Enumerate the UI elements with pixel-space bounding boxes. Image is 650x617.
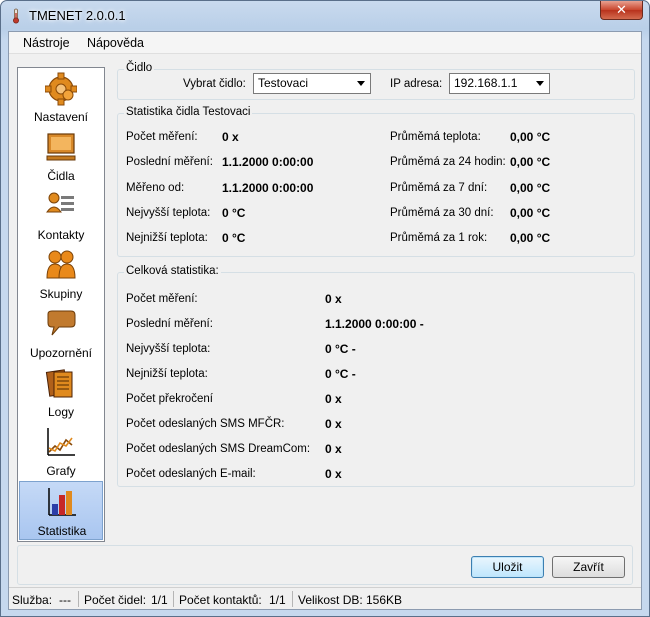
stat-value: 1.1.2000 0:00:00 bbox=[222, 155, 314, 169]
total-stat-value: 0 x bbox=[325, 292, 342, 306]
sensor-stats-title: Statistika čidla Testovaci bbox=[124, 106, 253, 118]
status-sensors-label: Počet čidel: bbox=[84, 593, 147, 607]
speech-bubble-icon bbox=[47, 310, 76, 336]
status-divider bbox=[78, 591, 79, 607]
sidebar-item-statistika[interactable]: Statistika bbox=[19, 481, 103, 540]
stat-label: Průměmá za 1 rok: bbox=[390, 232, 488, 244]
stat-label: Nejvyšší teplota: bbox=[126, 207, 211, 219]
stat-label: Poslední měření: bbox=[126, 156, 213, 168]
sidebar-item-label: Čidla bbox=[47, 169, 75, 183]
sidebar-item-label: Nastavení bbox=[33, 110, 89, 124]
total-stat-label: Počet odeslaných SMS DreamCom: bbox=[126, 443, 311, 455]
sidebar-item-skupiny[interactable]: Skupiny bbox=[19, 245, 103, 304]
total-stats-title: Celková statistika: bbox=[124, 265, 221, 277]
close-window-button[interactable]: ✕ bbox=[600, 1, 643, 20]
stat-label: Počet měření: bbox=[126, 131, 198, 143]
total-stat-value: 0 x bbox=[325, 442, 342, 456]
stat-value: 0,00 °C bbox=[510, 181, 551, 195]
sidebar-item-label: Skupiny bbox=[39, 287, 83, 301]
sensor-group: Čidlo Vybrat čidlo: Testovaci IP adresa:… bbox=[117, 62, 635, 100]
stat-label: Průměmá za 30 dní: bbox=[390, 207, 494, 219]
stat-value: 0,00 °C bbox=[510, 130, 551, 144]
bar-chart-icon bbox=[48, 488, 76, 516]
sidebar-item-logy[interactable]: Logy bbox=[19, 363, 103, 422]
status-bar: Služba: --- Počet čidel: 1/1 Počet konta… bbox=[9, 587, 641, 609]
sidebar: Nastavení Čidla Kontakty Skupiny Upozorn… bbox=[17, 67, 105, 542]
total-stat-label: Nejnižší teplota: bbox=[126, 368, 208, 380]
stat-value: 1.1.2000 0:00:00 bbox=[222, 181, 314, 195]
documents-icon bbox=[45, 369, 73, 398]
stat-label: Nejnižší teplota: bbox=[126, 232, 208, 244]
sensor-stats-group: Statistika čidla Testovaci Počet měření:… bbox=[117, 106, 635, 257]
sidebar-item-label: Upozornění bbox=[29, 346, 93, 360]
people-group-icon bbox=[46, 250, 76, 279]
sidebar-item-label: Logy bbox=[47, 405, 75, 419]
menu-bar: Nástroje Nápověda bbox=[9, 32, 641, 54]
total-stat-label: Počet odeslaných SMS MFČR: bbox=[126, 418, 285, 430]
total-stat-value: 0 x bbox=[325, 392, 342, 406]
monitor-icon bbox=[46, 133, 76, 161]
total-stat-value: 0 °C - bbox=[325, 342, 356, 356]
total-stat-label: Nejvyšší teplota: bbox=[126, 343, 211, 355]
status-dbsize-value: 156KB bbox=[366, 593, 403, 607]
stat-value: 0,00 °C bbox=[510, 206, 551, 220]
status-service-label: Služba: bbox=[12, 593, 53, 607]
total-stat-value: 0 x bbox=[325, 417, 342, 431]
client-area: Nástroje Nápověda Nastavení Čidla Kontak… bbox=[8, 31, 642, 610]
menu-nastroje[interactable]: Nástroje bbox=[23, 36, 70, 50]
window-title: TMENET 2.0.0.1 bbox=[29, 8, 126, 23]
total-stat-label: Počet odeslaných E-mail: bbox=[126, 468, 256, 480]
total-stat-label: Poslední měření: bbox=[126, 318, 213, 330]
button-bar: Uložit Zavřít bbox=[17, 545, 633, 585]
total-stat-value: 0 °C - bbox=[325, 367, 356, 381]
sidebar-item-upozorneni[interactable]: Upozornění bbox=[19, 304, 103, 363]
gear-icon bbox=[45, 72, 77, 106]
app-window: TMENET 2.0.0.1 ✕ Nástroje Nápověda Nasta… bbox=[0, 0, 650, 617]
stat-label: Průměmá za 24 hodin: bbox=[390, 156, 506, 168]
sensor-group-title: Čidlo bbox=[124, 62, 155, 74]
stat-label: Měřeno od: bbox=[126, 182, 185, 194]
sidebar-item-grafy[interactable]: Grafy bbox=[19, 422, 103, 481]
stat-value: 0,00 °C bbox=[510, 231, 551, 245]
sidebar-item-nastaveni[interactable]: Nastavení bbox=[19, 68, 103, 127]
contact-card-icon bbox=[46, 192, 74, 213]
menu-napoveda[interactable]: Nápověda bbox=[87, 36, 144, 50]
stat-value: 0 x bbox=[222, 130, 239, 144]
title-bar[interactable]: TMENET 2.0.0.1 ✕ bbox=[1, 1, 649, 31]
select-sensor-label: Vybrat čidlo: bbox=[183, 78, 246, 90]
total-stat-value: 0 x bbox=[325, 467, 342, 481]
ip-address-label: IP adresa: bbox=[390, 78, 443, 90]
sensor-select-value: Testovaci bbox=[258, 76, 309, 90]
total-stat-value: 1.1.2000 0:00:00 - bbox=[325, 317, 424, 331]
stat-value: 0,00 °C bbox=[510, 155, 551, 169]
line-chart-icon bbox=[47, 428, 75, 456]
sidebar-item-label: Kontakty bbox=[37, 228, 85, 242]
status-divider bbox=[292, 591, 293, 607]
total-stat-label: Počet překročení bbox=[126, 393, 213, 405]
close-button[interactable]: Zavřít bbox=[552, 556, 625, 578]
ip-address-select[interactable]: 192.168.1.1 bbox=[449, 73, 550, 94]
stat-value: 0 °C bbox=[222, 231, 246, 245]
thermometer-icon bbox=[13, 8, 19, 24]
chevron-down-icon bbox=[536, 81, 544, 86]
status-contacts-value: 1/1 bbox=[269, 593, 286, 607]
stat-label: Průměmá za 7 dní: bbox=[390, 182, 488, 194]
sidebar-item-label: Statistika bbox=[37, 524, 87, 538]
ip-address-value: 192.168.1.1 bbox=[454, 76, 518, 90]
stat-label: Průměmá teplota: bbox=[390, 131, 481, 143]
status-contacts-label: Počet kontaktů: bbox=[179, 593, 262, 607]
stat-value: 0 °C bbox=[222, 206, 246, 220]
save-button[interactable]: Uložit bbox=[471, 556, 544, 578]
sensor-select[interactable]: Testovaci bbox=[253, 73, 371, 94]
chevron-down-icon bbox=[357, 81, 365, 86]
total-stat-label: Počet měření: bbox=[126, 293, 198, 305]
sidebar-item-cidla[interactable]: Čidla bbox=[19, 127, 103, 186]
status-service-value: --- bbox=[59, 593, 71, 607]
total-stats-group: Celková statistika: Počet měření: 0 x Po… bbox=[117, 265, 635, 487]
sidebar-item-kontakty[interactable]: Kontakty bbox=[19, 186, 103, 245]
status-dbsize-label: Velikost DB: bbox=[298, 593, 363, 607]
sidebar-item-label: Grafy bbox=[46, 464, 76, 478]
status-sensors-value: 1/1 bbox=[151, 593, 168, 607]
status-divider bbox=[173, 591, 174, 607]
